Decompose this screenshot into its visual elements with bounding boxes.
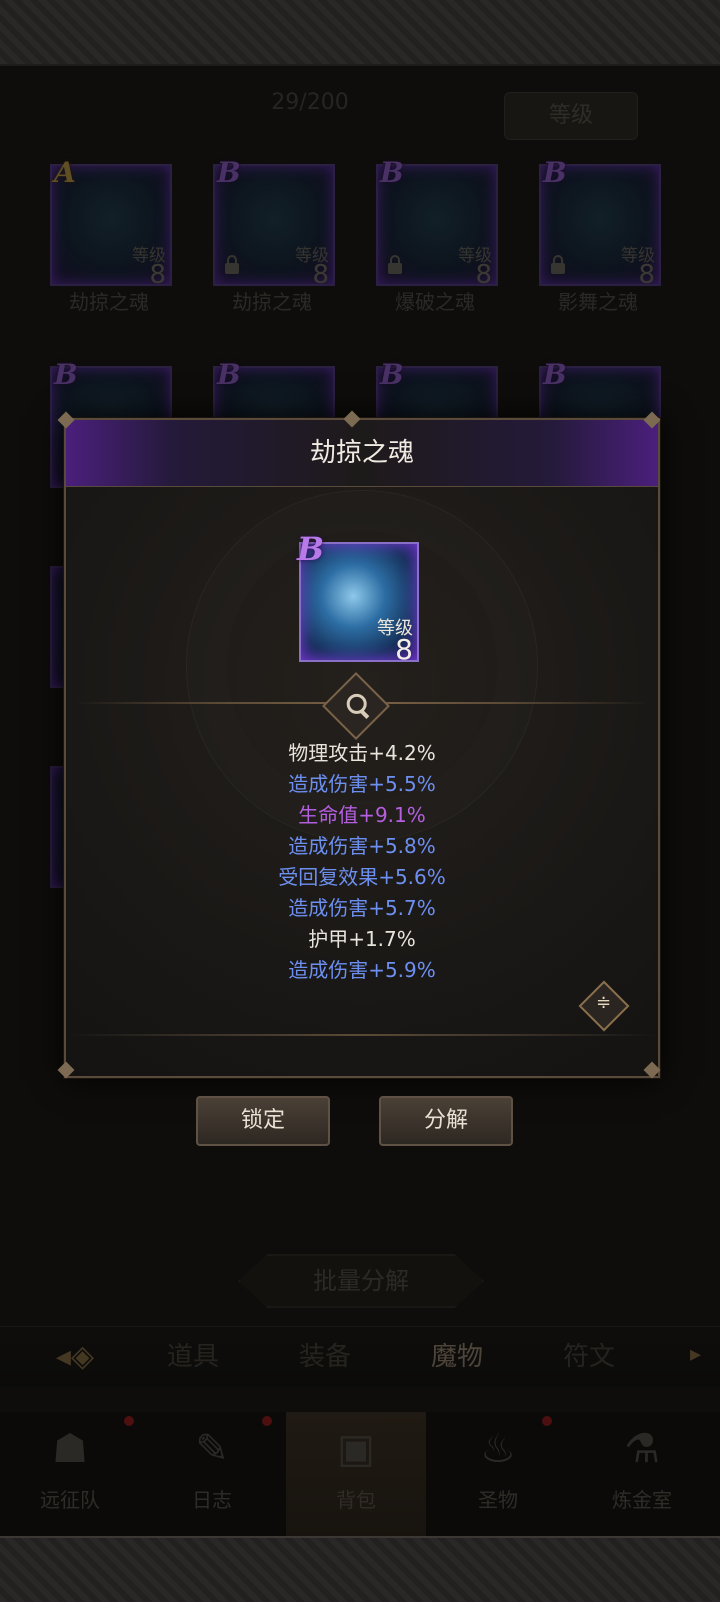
- grade-badge: B: [54, 358, 78, 391]
- monster-card[interactable]: B 等级 8: [213, 156, 335, 290]
- detail-monster-card: B 等级 8: [297, 530, 419, 666]
- stat-line: 物理攻击+4.2%: [288, 741, 436, 765]
- helmet-icon: ☗: [52, 1426, 88, 1472]
- stat-line: 生命值+9.1%: [298, 803, 426, 827]
- tab-items[interactable]: 道具: [138, 1327, 248, 1387]
- nav-label: 圣物: [478, 1488, 518, 1512]
- grade-badge: B: [380, 358, 404, 391]
- nav-label: 日志: [192, 1488, 232, 1512]
- lock-icon: [388, 255, 402, 274]
- grade-badge: B: [543, 156, 567, 189]
- card-name: 爆破之魂: [395, 290, 475, 314]
- grade-badge: A: [54, 156, 76, 189]
- stat-line: 造成伤害+5.9%: [288, 958, 436, 982]
- notification-dot: [542, 1416, 552, 1426]
- dialog-title: 劫掠之魂: [309, 438, 414, 468]
- nav-journal[interactable]: ✎ 日志: [142, 1412, 282, 1536]
- journal-icon: ✎: [195, 1426, 229, 1472]
- monster-card[interactable]: B 等级 8: [539, 156, 661, 290]
- stat-list: 物理攻击+4.2% 造成伤害+5.5% 生命值+9.1% 造成伤害+5.8% 受…: [66, 738, 658, 986]
- grade-badge: B: [380, 156, 404, 189]
- tab-monsters[interactable]: 魔物: [402, 1327, 512, 1387]
- card-name: 劫掠之魂: [69, 290, 149, 314]
- monster-card[interactable]: B 等级 8: [376, 156, 498, 290]
- monster-card[interactable]: A 等级 8: [50, 156, 172, 290]
- inventory-counter: 29/200: [271, 90, 349, 115]
- bottom-nav: ☗ 远征队 ✎ 日志 ▣ 背包 ♨ 圣物 ⚗ 炼金室: [0, 1412, 720, 1536]
- sort-by-level-button[interactable]: 等级: [504, 92, 638, 140]
- backpack-icon: ▣: [337, 1426, 375, 1472]
- nav-backpack[interactable]: ▣ 背包: [286, 1412, 426, 1536]
- notification-dot: [262, 1416, 272, 1426]
- tab-runes[interactable]: 符文: [534, 1327, 644, 1387]
- divider: [66, 1034, 658, 1036]
- nav-label: 背包: [336, 1488, 376, 1512]
- level-value: 8: [395, 633, 413, 666]
- stat-line: 造成伤害+5.7%: [288, 896, 436, 920]
- top-frame: [0, 0, 720, 66]
- tab-prev-icon[interactable]: ◂◈: [30, 1337, 120, 1377]
- grade-badge: B: [217, 358, 241, 391]
- frame-ornament: [643, 1061, 661, 1079]
- grade-badge: B: [543, 358, 567, 391]
- lock-icon: [225, 255, 239, 274]
- batch-dismantle-button[interactable]: 批量分解: [238, 1254, 484, 1308]
- grade-badge: B: [297, 530, 325, 568]
- alchemy-icon: ⚗: [624, 1426, 660, 1472]
- frame-ornament: [57, 1061, 75, 1079]
- grade-badge: B: [217, 156, 241, 189]
- dialog-header: 劫掠之魂: [66, 420, 658, 487]
- relic-icon: ♨: [480, 1426, 516, 1472]
- stat-line: 护甲+1.7%: [308, 927, 416, 951]
- tab-equipment[interactable]: 装备: [270, 1327, 380, 1387]
- nav-relics[interactable]: ♨ 圣物: [428, 1412, 568, 1536]
- search-icon: [346, 693, 367, 714]
- card-name: 劫掠之魂: [232, 290, 312, 314]
- nav-expedition[interactable]: ☗ 远征队: [0, 1412, 140, 1536]
- card-name: 影舞之魂: [558, 290, 638, 314]
- lock-icon: [551, 255, 565, 274]
- tab-next-icon[interactable]: ▸: [690, 1342, 701, 1367]
- swap-button[interactable]: ≑: [578, 980, 630, 1032]
- dismantle-button[interactable]: 分解: [379, 1096, 513, 1146]
- nav-label: 远征队: [40, 1488, 100, 1512]
- lock-button[interactable]: 锁定: [196, 1096, 330, 1146]
- stat-line: 造成伤害+5.5%: [288, 772, 436, 796]
- stat-line: 造成伤害+5.8%: [288, 834, 436, 858]
- category-tab-bar: ◂◈ 道具 装备 魔物 符文 ▸: [0, 1326, 720, 1387]
- notification-dot: [124, 1416, 134, 1426]
- nav-label: 炼金室: [612, 1488, 672, 1512]
- nav-alchemy[interactable]: ⚗ 炼金室: [572, 1412, 712, 1536]
- bottom-frame: [0, 1536, 720, 1602]
- monster-detail-dialog: 劫掠之魂 B 等级 8 物理攻击+4.2% 造成伤害+5.5% 生命值+9.1%…: [57, 410, 661, 1079]
- stat-line: 受回复效果+5.6%: [278, 865, 446, 889]
- swap-icon: ≑: [596, 992, 612, 1014]
